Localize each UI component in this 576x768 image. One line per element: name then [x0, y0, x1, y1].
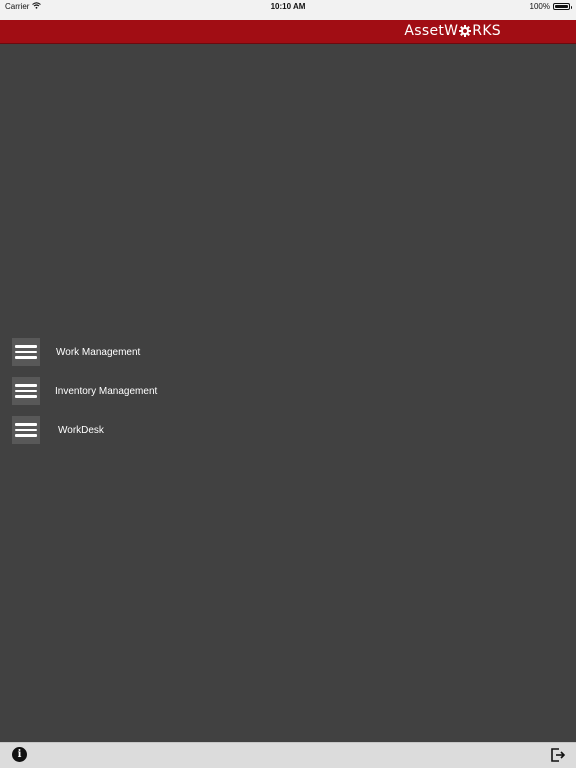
- status-bar: Carrier 10:10 AM 100%: [0, 0, 576, 20]
- bottom-toolbar: i: [0, 742, 576, 768]
- menu-item-work-management[interactable]: Work Management: [12, 338, 312, 366]
- status-time: 10:10 AM: [270, 2, 306, 11]
- menu-item-label[interactable]: Work Management: [56, 347, 140, 358]
- menu-item-label[interactable]: Inventory Management: [55, 386, 157, 397]
- battery-percent: 100%: [529, 2, 550, 11]
- hamburger-menu-icon[interactable]: [12, 377, 40, 405]
- info-icon[interactable]: i: [12, 747, 27, 762]
- brand-prefix: AssetW: [404, 23, 459, 39]
- app-header: AssetW RKS: [0, 20, 576, 44]
- menu-item-label[interactable]: WorkDesk: [58, 425, 104, 436]
- hamburger-menu-icon[interactable]: [12, 416, 40, 444]
- menu-item-inventory-management[interactable]: Inventory Management: [12, 377, 312, 405]
- hamburger-menu-icon[interactable]: [12, 338, 40, 366]
- main-menu: Work Management Inventory Management Wor…: [12, 338, 312, 455]
- gear-icon: [459, 25, 472, 37]
- status-right: 100%: [529, 2, 572, 11]
- brand-suffix: RKS: [472, 23, 501, 39]
- battery-icon: [553, 3, 572, 10]
- logout-icon[interactable]: [550, 747, 566, 763]
- menu-item-workdesk[interactable]: WorkDesk: [12, 416, 312, 444]
- assetworks-logo: AssetW RKS: [404, 23, 501, 39]
